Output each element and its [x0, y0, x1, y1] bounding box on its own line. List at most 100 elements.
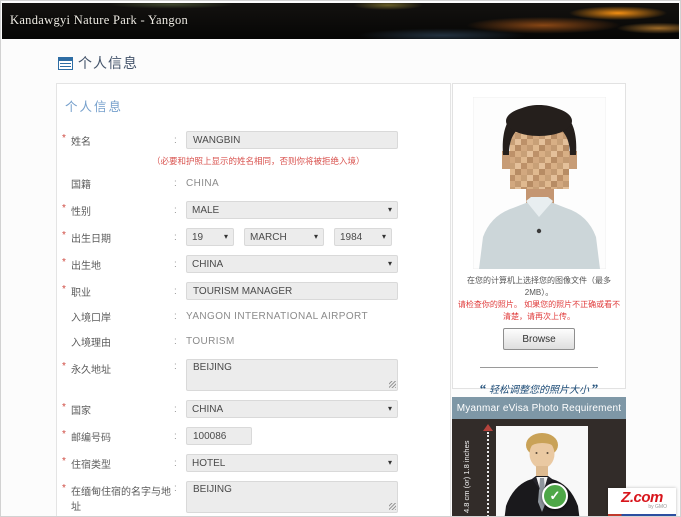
birth-place-select[interactable]: CHINA▾: [186, 255, 398, 273]
accommodation-address-textarea[interactable]: BEIJING: [186, 481, 398, 513]
form-row-birth-place: *出生地 : CHINA▾: [62, 255, 444, 273]
postal-code-label: 邮编号码: [71, 429, 111, 444]
form-row-name: *姓名 :: [62, 131, 444, 149]
colon-separator: :: [174, 458, 186, 469]
browse-button[interactable]: Browse: [503, 328, 575, 350]
nationality-value: CHINA: [186, 178, 219, 189]
header-banner: Kandawgyi Nature Park - Yangon: [2, 3, 679, 39]
chevron-down-icon: ▾: [388, 206, 392, 214]
permanent-address-textarea[interactable]: BEIJING: [186, 359, 398, 391]
form-row-postal-code: *邮编号码 :: [62, 427, 444, 445]
occupation-label: 职业: [71, 284, 91, 299]
gender-label: 性别: [71, 203, 91, 218]
height-measure-arrow: [482, 424, 494, 517]
form-row-occupation: *职业 :: [62, 282, 444, 300]
chevron-down-icon: ▾: [314, 233, 318, 241]
photo-check-hint: 请检查你的照片。 如果您的照片不正确或看不清楚，请再次上传。: [453, 299, 625, 323]
form-row-nationality: 国籍 : CHINA: [62, 176, 444, 191]
entry-reason-value: TOURISM: [186, 336, 235, 347]
birth-place-label: 出生地: [71, 257, 101, 272]
accommodation-address-label: 在缅甸住宿的名字与地址: [71, 483, 174, 513]
occupation-input[interactable]: [186, 282, 398, 300]
chevron-down-icon: ▾: [224, 233, 228, 241]
nationality-label: 国籍: [71, 176, 91, 191]
postal-code-input[interactable]: [186, 427, 252, 445]
arrow-up-icon: [483, 424, 493, 431]
permanent-address-label: 永久地址: [71, 361, 111, 376]
gender-select[interactable]: MALE▾: [186, 201, 398, 219]
required-mark: *: [62, 402, 71, 413]
photo-select-hint: 在您的计算机上选择您的图像文件（最多2MB）。: [453, 275, 625, 299]
divider: [480, 367, 598, 368]
form-row-country: *国家 : CHINA▾: [62, 400, 444, 418]
quote-close-icon: ”: [592, 381, 599, 396]
check-icon: ✓: [550, 488, 561, 504]
page-title-text: 个人信息: [78, 53, 138, 73]
required-mark: *: [62, 203, 71, 214]
page-title: 个人信息: [58, 53, 138, 73]
quote-open-icon: “: [480, 381, 487, 396]
colon-separator: :: [174, 205, 186, 216]
form-row-entry-reason: 入境理由 : TOURISM: [62, 334, 444, 349]
colon-separator: :: [174, 135, 186, 146]
accommodation-type-select[interactable]: HOTEL▾: [186, 454, 398, 472]
chevron-down-icon: ▾: [388, 260, 392, 268]
checkmark-badge: ✓: [542, 483, 568, 509]
birth-date-label: 出生日期: [71, 230, 111, 245]
form-row-permanent-address: *永久地址 : BEIJING: [62, 359, 444, 391]
required-mark: *: [62, 284, 71, 295]
colon-separator: :: [174, 178, 186, 189]
form-section-title: 个人信息: [65, 96, 444, 115]
required-mark: *: [62, 456, 71, 467]
photo-requirement-section: Myanmar eVisa Photo Requirement: [452, 397, 626, 517]
entry-port-label: 入境口岸: [71, 309, 111, 324]
colon-separator: :: [174, 404, 186, 415]
colon-separator: :: [174, 361, 186, 372]
colon-separator: :: [174, 232, 186, 243]
banner-title: Kandawgyi Nature Park - Yangon: [10, 13, 188, 28]
birth-month-select[interactable]: MARCH▾: [244, 228, 324, 246]
name-note: （必要和护照上显示的姓名相同，否则你将被拒绝入境）: [152, 155, 444, 167]
chevron-down-icon: ▾: [382, 233, 386, 241]
form-row-accommodation-address: *在缅甸住宿的名字与地址 : BEIJING: [62, 481, 444, 513]
colon-separator: :: [174, 311, 186, 322]
evisa-personal-info-page: Kandawgyi Nature Park - Yangon 个人信息 个人信息…: [0, 0, 681, 517]
form-row-entry-port: 入境口岸 : YANGON INTERNATIONAL AIRPORT: [62, 309, 444, 324]
required-mark: *: [62, 429, 71, 440]
name-label: 姓名: [71, 133, 91, 148]
zcom-logo-text: Z.com: [608, 490, 676, 505]
sample-photo: [496, 426, 588, 517]
personal-info-form-icon: [58, 57, 73, 70]
chevron-down-icon: ▾: [388, 459, 392, 467]
birth-year-select[interactable]: 1984▾: [334, 228, 392, 246]
colon-separator: :: [174, 431, 186, 442]
entry-port-value: YANGON INTERNATIONAL AIRPORT: [186, 311, 368, 322]
photo-requirement-body: 4.8 cm (or) 1.8 inches ✓: [452, 419, 626, 517]
colon-separator: :: [174, 483, 186, 494]
form-row-accommodation-type: *住宿类型 : HOTEL▾: [62, 454, 444, 472]
measurement-label: 4.8 cm (or) 1.8 inches: [462, 427, 471, 517]
required-mark: *: [62, 257, 71, 268]
birth-day-select[interactable]: 19▾: [186, 228, 234, 246]
name-input[interactable]: [186, 131, 398, 149]
chevron-down-icon: ▾: [388, 405, 392, 413]
dotted-line: [487, 432, 489, 517]
photo-upload-card: 在您的计算机上选择您的图像文件（最多2MB）。 请检查你的照片。 如果您的照片不…: [452, 83, 626, 389]
required-mark: *: [62, 483, 71, 494]
required-mark: *: [62, 230, 71, 241]
accommodation-type-label: 住宿类型: [71, 456, 111, 471]
required-mark: *: [62, 361, 71, 372]
photo-requirement-header: Myanmar eVisa Photo Requirement: [452, 397, 626, 419]
colon-separator: :: [174, 336, 186, 347]
zcom-logo: Z.com by GMO: [608, 488, 676, 517]
entry-reason-label: 入境理由: [71, 334, 111, 349]
colon-separator: :: [174, 286, 186, 297]
colon-separator: :: [174, 259, 186, 270]
form-row-gender: *性别 : MALE▾: [62, 201, 444, 219]
personal-info-form-card: 个人信息 *姓名 : （必要和护照上显示的姓名相同，否则你将被拒绝入境） 国籍 …: [56, 83, 451, 517]
photo-resize-quote: “ 轻松调整您的照片大小 ”: [453, 381, 625, 397]
uploaded-photo: [473, 97, 606, 269]
country-select[interactable]: CHINA▾: [186, 400, 398, 418]
form-row-birth-date: *出生日期 : 19▾ MARCH▾ 1984▾: [62, 228, 444, 246]
required-mark: *: [62, 133, 71, 144]
